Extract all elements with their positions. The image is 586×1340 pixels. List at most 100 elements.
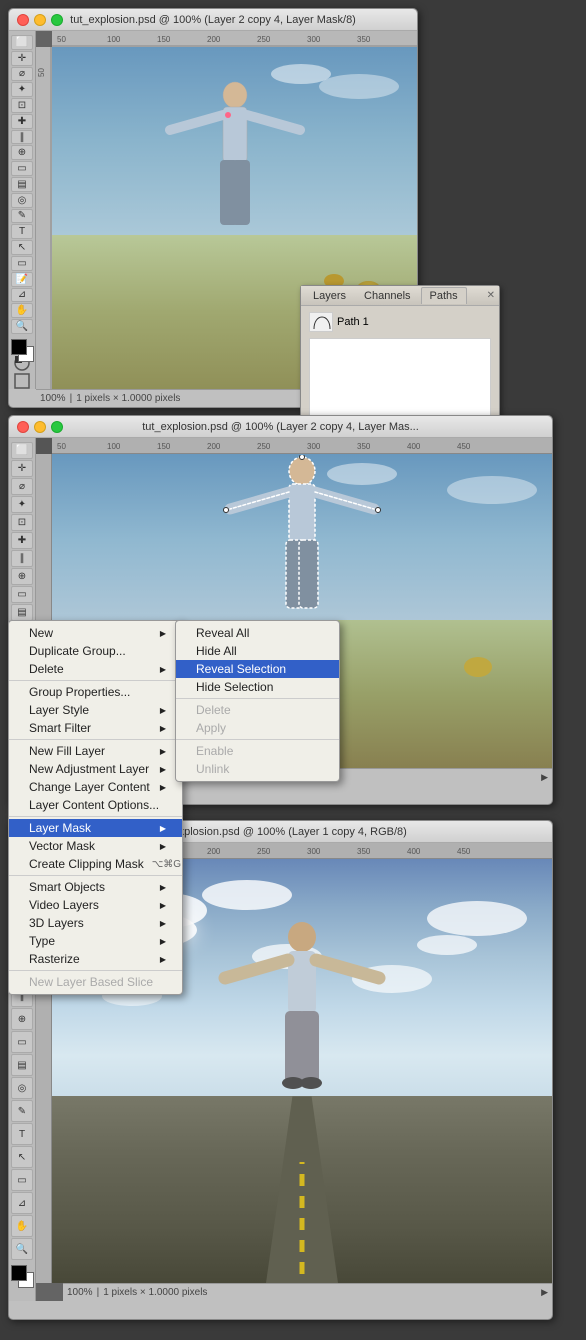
context-menu: New ▶ Duplicate Group... Delete ▶ Group …: [8, 620, 183, 995]
pen-tool[interactable]: ✎: [11, 209, 33, 224]
stamp-tool[interactable]: ⊕: [11, 145, 33, 160]
titlebar-1: tut_explosion.psd @ 100% (Layer 2 copy 4…: [9, 9, 417, 31]
panel-close-btn[interactable]: ✕: [487, 290, 495, 301]
svg-text:50: 50: [57, 35, 66, 44]
menu-item-delete[interactable]: Delete ▶: [9, 660, 182, 678]
fg-color-3[interactable]: [11, 1265, 27, 1281]
zoom-level-3: 100%: [67, 1287, 93, 1298]
menu-item-3d-layers[interactable]: 3D Layers ▶: [9, 914, 182, 932]
svg-text:350: 350: [357, 847, 371, 856]
menu-item-smart-objects[interactable]: Smart Objects ▶: [9, 878, 182, 896]
menu-item-duplicate[interactable]: Duplicate Group...: [9, 642, 182, 660]
menu-item-layer-mask[interactable]: Layer Mask ▶: [9, 819, 182, 837]
menu-item-smart-filter[interactable]: Smart Filter ▶: [9, 719, 182, 737]
hand-tool[interactable]: ✋: [11, 303, 33, 318]
lasso-tool-2[interactable]: ⌀: [11, 478, 33, 495]
menu-item-video-layers[interactable]: Video Layers ▶: [9, 896, 182, 914]
minimize-button-2[interactable]: [34, 421, 46, 433]
zoom-level-1: 100%: [40, 393, 66, 404]
menu-item-clipping-mask[interactable]: Create Clipping Mask ⌥⌘G: [9, 855, 182, 873]
submenu-reveal-selection[interactable]: Reveal Selection: [176, 660, 339, 678]
eraser-tool-2[interactable]: ▭: [11, 586, 33, 603]
path-item-1[interactable]: Path 1: [305, 310, 495, 334]
stamp-tool-2[interactable]: ⊕: [11, 568, 33, 585]
tool-gradient-3[interactable]: ▤: [11, 1054, 33, 1076]
close-button-1[interactable]: [17, 14, 29, 26]
screen-mode-btn[interactable]: [11, 373, 33, 389]
tab-layers[interactable]: Layers: [305, 288, 354, 304]
brush-tool[interactable]: ∥: [11, 130, 33, 145]
statusbar-info-3: 1 pixels × 1.0000 pixels: [103, 1287, 207, 1298]
paths-canvas-area: [309, 338, 491, 418]
menu-arrow-new-fill: ▶: [160, 747, 166, 756]
tool-pen-3[interactable]: ✎: [11, 1100, 33, 1122]
tool-eyedrop-3[interactable]: ⊿: [11, 1192, 33, 1214]
tool-eraser-3[interactable]: ▭: [11, 1031, 33, 1053]
tool-stamp-3[interactable]: ⊕: [11, 1008, 33, 1030]
menu-sep-1: [9, 680, 182, 681]
menu-item-new[interactable]: New ▶: [9, 624, 182, 642]
menu-item-layer-style[interactable]: Layer Style ▶: [9, 701, 182, 719]
menu-item-change-content[interactable]: Change Layer Content ▶: [9, 778, 182, 796]
path-selection-tool[interactable]: ↖: [11, 240, 33, 255]
tab-paths[interactable]: Paths: [421, 287, 467, 304]
menu-item-content-options[interactable]: Layer Content Options...: [9, 796, 182, 814]
menu-item-vector-mask[interactable]: Vector Mask ▶: [9, 837, 182, 855]
submenu-reveal-all[interactable]: Reveal All: [176, 624, 339, 642]
gradient-tool[interactable]: ▤: [11, 177, 33, 192]
crop-tool-2[interactable]: ⊡: [11, 514, 33, 531]
brush-tool-2[interactable]: ∥: [11, 550, 33, 567]
crop-tool[interactable]: ⊡: [11, 98, 33, 113]
submenu-hide-selection[interactable]: Hide Selection: [176, 678, 339, 696]
svg-text:450: 450: [457, 847, 471, 856]
tool-shape-3[interactable]: ▭: [11, 1169, 33, 1191]
menu-sep-2: [9, 739, 182, 740]
menu-item-type[interactable]: Type ▶: [9, 932, 182, 950]
menu-item-group-props[interactable]: Group Properties...: [9, 683, 182, 701]
lasso-tool[interactable]: ⌀: [11, 67, 33, 82]
menu-item-new-fill[interactable]: New Fill Layer ▶: [9, 742, 182, 760]
submenu-delete: Delete: [176, 701, 339, 719]
notes-tool[interactable]: 📝: [11, 272, 33, 287]
zoom-button-1[interactable]: [51, 14, 63, 26]
menu-item-adjustment[interactable]: New Adjustment Layer ▶: [9, 760, 182, 778]
menu-item-rasterize[interactable]: Rasterize ▶: [9, 950, 182, 968]
svg-text:100: 100: [107, 442, 121, 451]
marquee-tool-2[interactable]: ⬜: [11, 442, 33, 459]
tool-dodge-3[interactable]: ◎: [11, 1077, 33, 1099]
dodge-tool[interactable]: ◎: [11, 193, 33, 208]
statusbar-arrow-2[interactable]: ▶: [541, 772, 548, 783]
gradient-tool-2[interactable]: ▤: [11, 604, 33, 621]
submenu-hide-all[interactable]: Hide All: [176, 642, 339, 660]
healing-tool-2[interactable]: ✚: [11, 532, 33, 549]
eraser-tool[interactable]: ▭: [11, 161, 33, 176]
marquee-tool[interactable]: ⬜: [11, 35, 33, 50]
tab-channels[interactable]: Channels: [356, 288, 418, 304]
tool-hand-3[interactable]: ✋: [11, 1215, 33, 1237]
traffic-lights-1: [17, 14, 63, 26]
close-button-2[interactable]: [17, 421, 29, 433]
svg-text:250: 250: [257, 35, 271, 44]
color-swatches[interactable]: [11, 339, 33, 353]
statusbar-sep-1: |: [70, 393, 73, 404]
foreground-color[interactable]: [11, 339, 27, 355]
zoom-tool[interactable]: 🔍: [11, 319, 33, 334]
magic-wand-tool-2[interactable]: ✦: [11, 496, 33, 513]
healing-tool[interactable]: ✚: [11, 114, 33, 129]
statusbar-arrow-3[interactable]: ▶: [541, 1287, 548, 1298]
tool-text-3[interactable]: T: [11, 1123, 33, 1145]
tool-zoom-3[interactable]: 🔍: [11, 1238, 33, 1260]
eyedropper-tool[interactable]: ⊿: [11, 288, 33, 303]
color-swatches-3[interactable]: [11, 1265, 33, 1287]
tool-path-sel-3[interactable]: ↖: [11, 1146, 33, 1168]
zoom-button-2[interactable]: [51, 421, 63, 433]
text-tool[interactable]: T: [11, 224, 33, 239]
magic-wand-tool[interactable]: ✦: [11, 82, 33, 97]
shape-tool[interactable]: ▭: [11, 256, 33, 271]
minimize-button-1[interactable]: [34, 14, 46, 26]
statusbar-info-1: 1 pixels × 1.0000 pixels: [76, 393, 180, 404]
move-tool-2[interactable]: ✛: [11, 460, 33, 477]
move-tool[interactable]: ✛: [11, 51, 33, 66]
menu-item-new-slice: New Layer Based Slice: [9, 973, 182, 991]
panel-content: Path 1: [301, 306, 499, 426]
